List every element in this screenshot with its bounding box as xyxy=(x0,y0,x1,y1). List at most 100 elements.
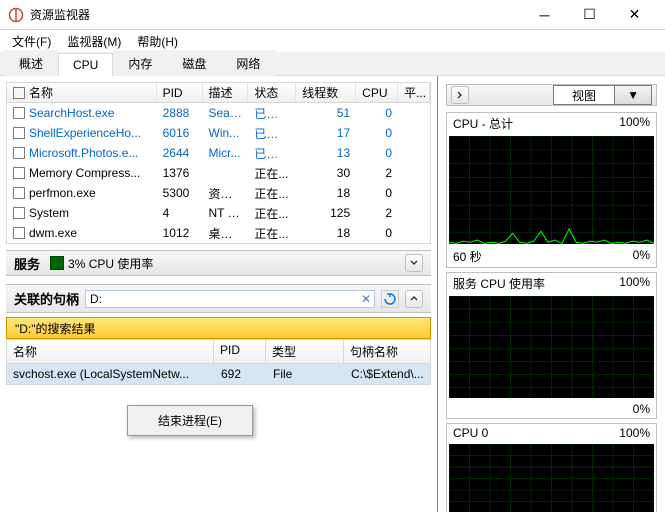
process-cpu: 0 xyxy=(356,144,398,162)
process-status: 已暂停 xyxy=(248,103,296,124)
process-avg xyxy=(398,231,430,235)
window-title: 资源监视器 xyxy=(30,6,522,23)
process-threads: 18 xyxy=(296,224,356,242)
chart-block: CPU 0 100% xyxy=(446,423,657,512)
handle-row[interactable]: svchost.exe (LocalSystemNetw... 692 File… xyxy=(6,364,431,385)
hcol-pid[interactable]: PID xyxy=(214,339,266,364)
menu-file[interactable]: 文件(F) xyxy=(6,31,57,52)
chart-footer-right: 0% xyxy=(633,248,650,265)
titlebar: 资源监视器 ─ ☐ ✕ xyxy=(0,0,665,30)
menu-help[interactable]: 帮助(H) xyxy=(131,31,184,52)
col-name[interactable]: 名称 xyxy=(29,84,53,101)
handle-cell-handlename: C:\$Extend\... xyxy=(345,364,430,384)
process-threads: 51 xyxy=(296,104,356,122)
process-row[interactable]: perfmon.exe5300资源...正在...180 xyxy=(7,183,430,203)
tab-overview[interactable]: 概述 xyxy=(4,50,58,76)
process-checkbox[interactable] xyxy=(13,207,25,219)
process-row[interactable]: ShellExperienceHo...6016Win...已暂停170 xyxy=(7,123,430,143)
process-name: perfmon.exe xyxy=(29,186,96,200)
context-menu: 结束进程(E) xyxy=(127,405,253,436)
process-name: Memory Compress... xyxy=(29,166,140,180)
chart-max: 100% xyxy=(619,115,650,132)
process-cpu: 0 xyxy=(356,124,398,142)
tab-disk[interactable]: 磁盘 xyxy=(167,50,221,76)
chart-max: 100% xyxy=(619,426,650,440)
chart-title: 服务 CPU 使用率 xyxy=(453,275,545,292)
process-avg xyxy=(398,171,430,175)
process-threads: 30 xyxy=(296,164,356,182)
select-all-checkbox[interactable] xyxy=(13,87,25,99)
process-status: 已暂停 xyxy=(248,143,296,164)
process-status: 正在... xyxy=(248,203,296,224)
maximize-button[interactable]: ☐ xyxy=(567,0,612,30)
process-desc: 桌面... xyxy=(203,223,249,244)
view-select[interactable]: 视图 ▼ xyxy=(553,85,652,105)
col-threads[interactable]: 线程数 xyxy=(296,83,356,102)
hcol-name[interactable]: 名称 xyxy=(6,339,214,364)
process-table-header: 名称 PID 描述 状态 线程数 CPU 平... xyxy=(7,83,430,103)
process-desc: 资源... xyxy=(203,183,249,204)
process-name: System xyxy=(29,206,69,220)
end-process-menuitem[interactable]: 结束进程(E) xyxy=(130,408,250,433)
chart-footer-right: 0% xyxy=(633,402,650,416)
minimize-button[interactable]: ─ xyxy=(522,0,567,30)
process-row[interactable]: Microsoft.Photos.e...2644Micr...已暂停130 xyxy=(7,143,430,163)
process-cpu: 2 xyxy=(356,204,398,222)
handles-title: 关联的句柄 xyxy=(14,289,79,308)
process-table: 名称 PID 描述 状态 线程数 CPU 平... SearchHost.exe… xyxy=(6,82,431,244)
chevron-down-icon: ▼ xyxy=(614,86,651,104)
process-status: 正在... xyxy=(248,163,296,184)
hcol-handle-name[interactable]: 句柄名称 xyxy=(344,339,431,364)
hcol-type[interactable]: 类型 xyxy=(266,339,344,364)
col-cpu[interactable]: CPU xyxy=(356,83,398,102)
handles-search-input[interactable] xyxy=(85,290,375,308)
process-row[interactable]: dwm.exe1012桌面...正在...180 xyxy=(7,223,430,243)
close-button[interactable]: ✕ xyxy=(612,0,657,30)
process-avg xyxy=(398,211,430,215)
refresh-search-button[interactable] xyxy=(381,290,399,308)
process-row[interactable]: Memory Compress...1376正在...302 xyxy=(7,163,430,183)
collapse-handles-button[interactable] xyxy=(405,290,423,308)
tab-cpu[interactable]: CPU xyxy=(58,53,113,76)
services-title: 服务 xyxy=(14,254,40,273)
tab-network[interactable]: 网络 xyxy=(221,50,275,76)
process-avg xyxy=(398,191,430,195)
process-cpu: 2 xyxy=(356,164,398,182)
process-row[interactable]: SearchHost.exe2888Sear...已暂停510 xyxy=(7,103,430,123)
col-avg[interactable]: 平... xyxy=(398,83,430,102)
search-results-label: "D:"的搜索结果 xyxy=(15,320,96,337)
chart-canvas xyxy=(449,444,654,512)
tab-memory[interactable]: 内存 xyxy=(113,50,167,76)
cpu-usage-icon xyxy=(50,256,64,270)
clear-search-icon[interactable]: ✕ xyxy=(361,292,371,306)
process-threads: 13 xyxy=(296,144,356,162)
col-desc[interactable]: 描述 xyxy=(203,83,249,102)
chart-max: 100% xyxy=(619,275,650,292)
chart-title: CPU 0 xyxy=(453,426,488,440)
collapse-right-button[interactable] xyxy=(451,86,469,104)
process-checkbox[interactable] xyxy=(13,167,25,179)
chart-block: 服务 CPU 使用率 100% 0% xyxy=(446,272,657,419)
search-results-bar: "D:"的搜索结果 xyxy=(6,317,431,339)
process-row[interactable]: System4NT K...正在...1252 xyxy=(7,203,430,223)
process-pid: 2644 xyxy=(157,144,203,162)
process-threads: 17 xyxy=(296,124,356,142)
chart-title: CPU - 总计 xyxy=(453,115,513,132)
process-desc xyxy=(203,171,249,175)
process-checkbox[interactable] xyxy=(13,107,25,119)
process-name: ShellExperienceHo... xyxy=(29,126,141,140)
services-cpu-badge: 3% CPU 使用率 xyxy=(50,255,153,272)
process-checkbox[interactable] xyxy=(13,127,25,139)
col-status[interactable]: 状态 xyxy=(248,83,296,102)
services-header[interactable]: 服务 3% CPU 使用率 xyxy=(6,250,431,276)
process-desc: Win... xyxy=(203,124,249,142)
col-pid[interactable]: PID xyxy=(157,83,203,102)
process-checkbox[interactable] xyxy=(13,227,25,239)
process-avg xyxy=(398,111,430,115)
tab-bar: 概述 CPU 内存 磁盘 网络 xyxy=(0,52,665,76)
process-checkbox[interactable] xyxy=(13,187,25,199)
process-checkbox[interactable] xyxy=(13,147,25,159)
handles-table-header: 名称 PID 类型 句柄名称 xyxy=(6,339,431,364)
menu-monitor[interactable]: 监视器(M) xyxy=(61,31,127,52)
expand-services-button[interactable] xyxy=(405,254,423,272)
